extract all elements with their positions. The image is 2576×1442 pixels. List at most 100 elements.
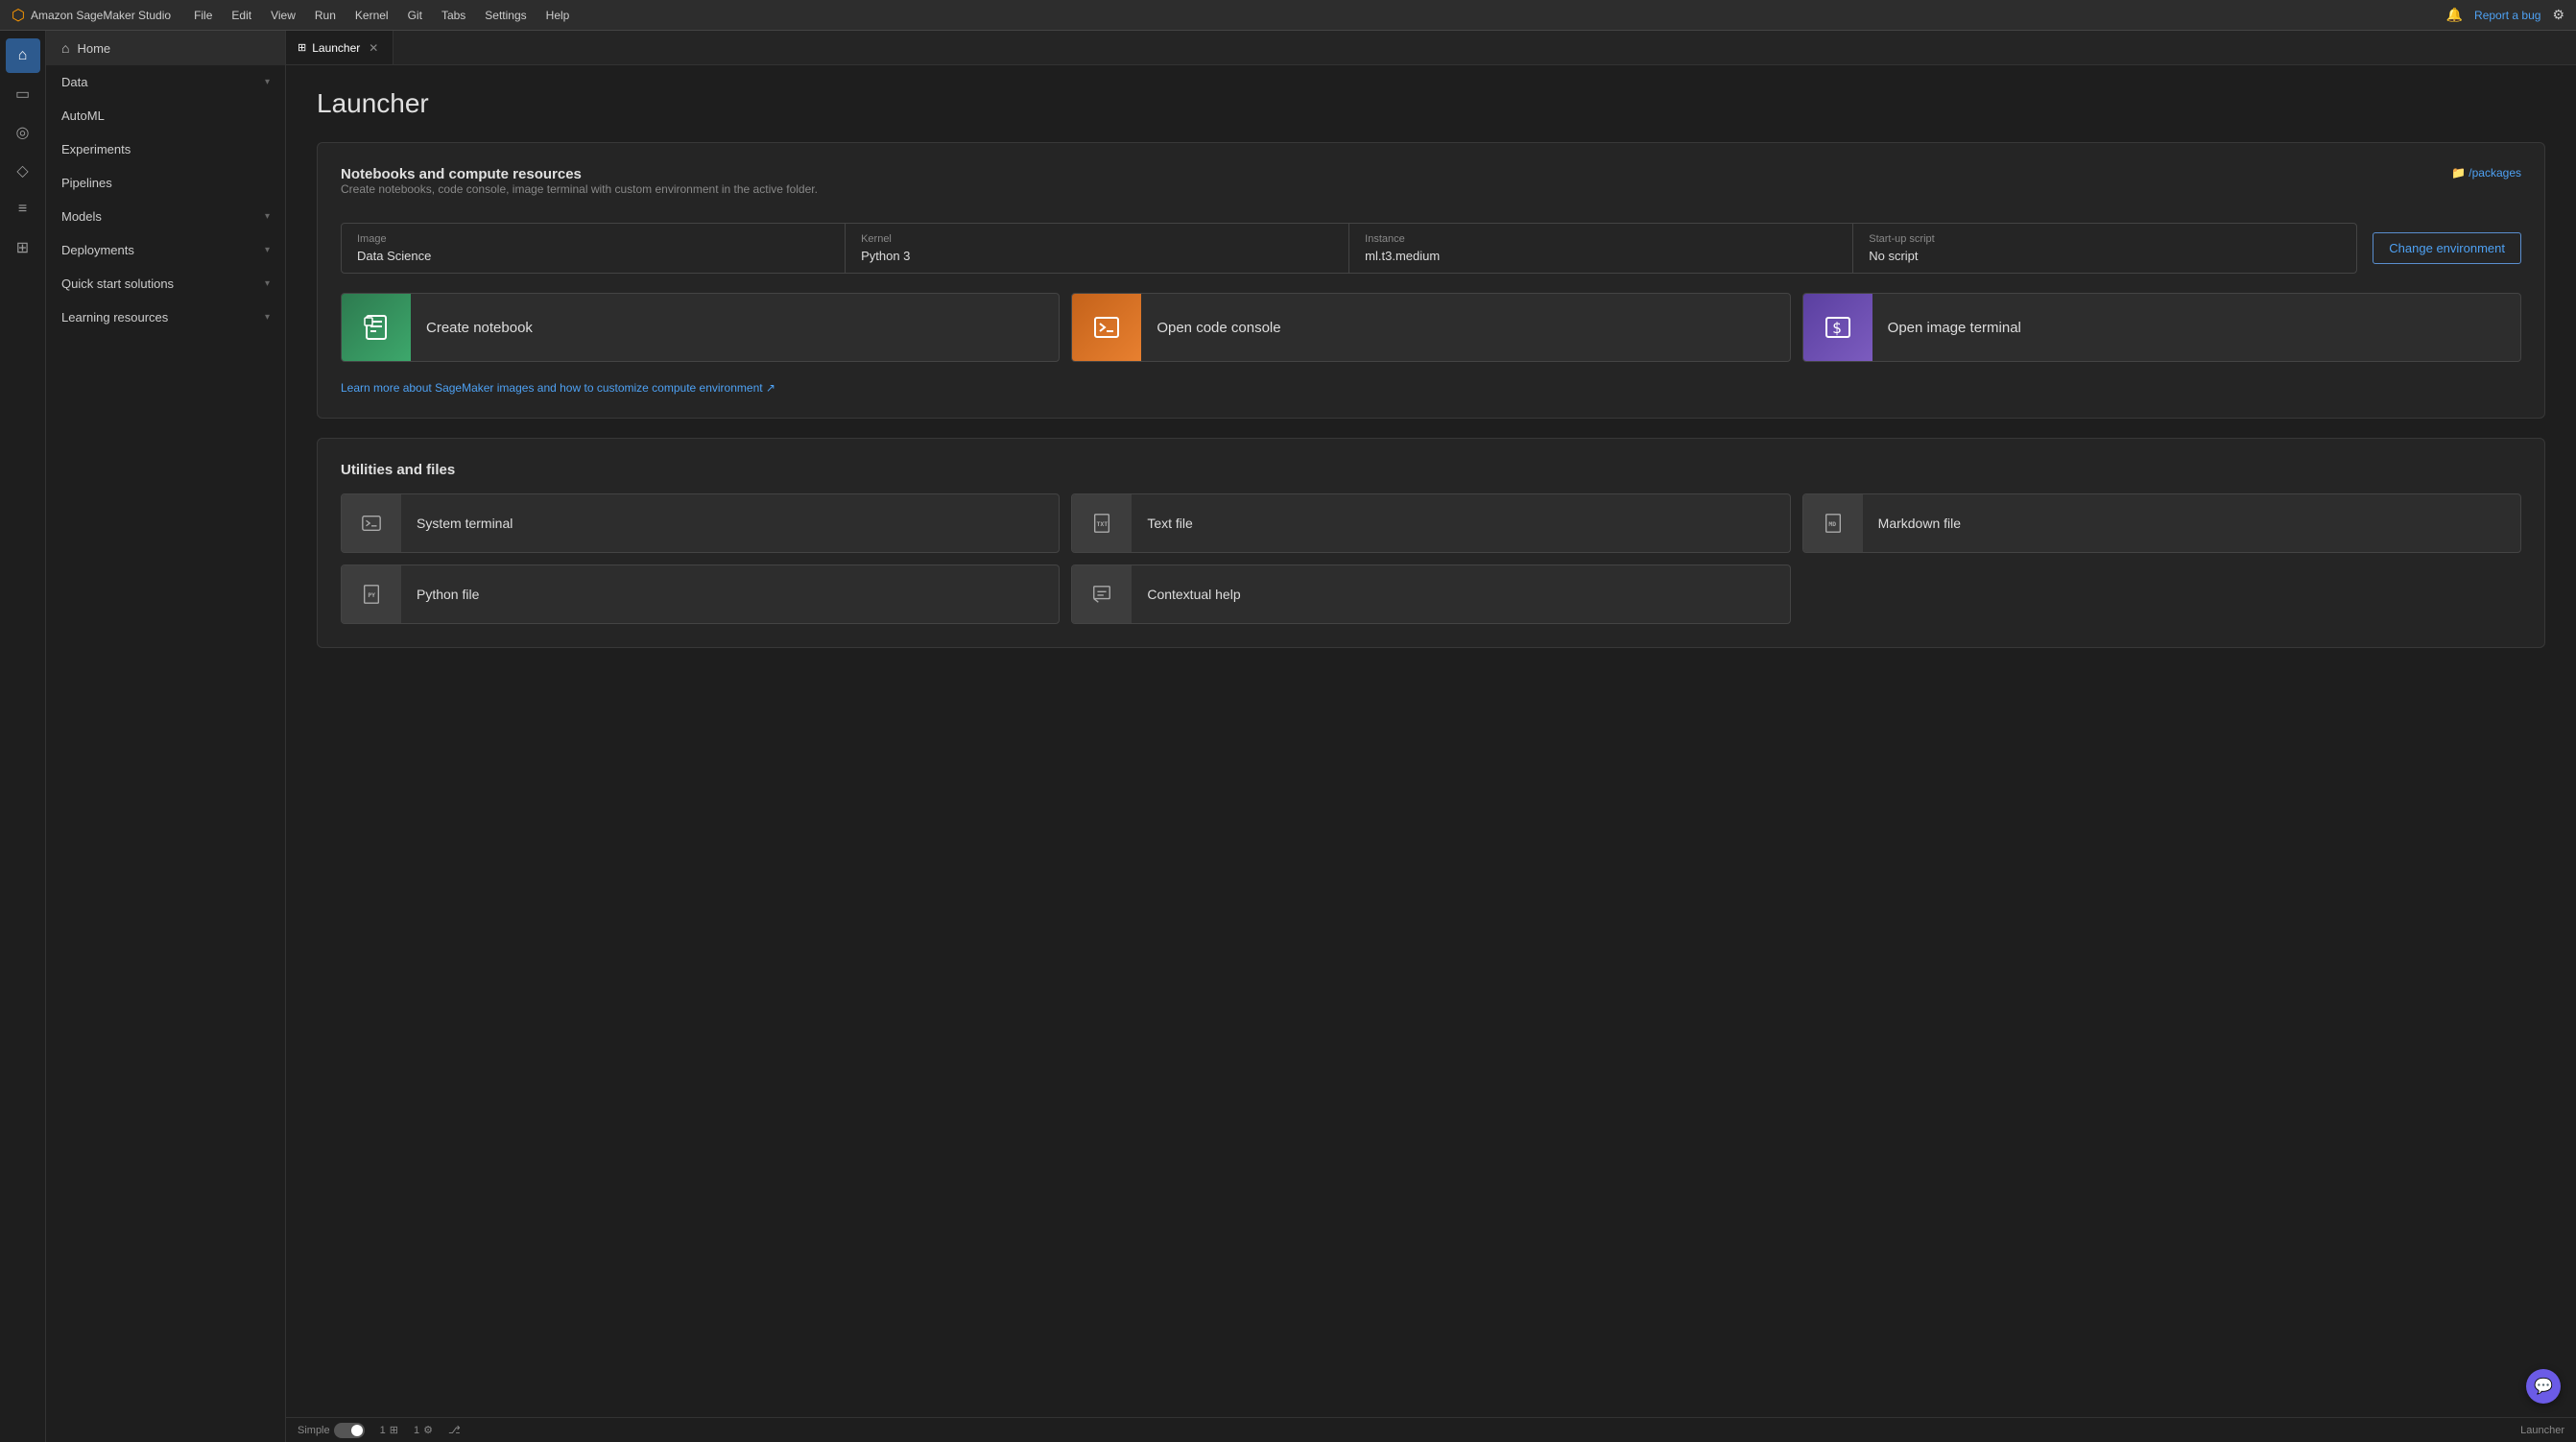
- sidebar-icon-files[interactable]: ▭: [6, 77, 40, 111]
- status-number2: 1: [414, 1425, 419, 1436]
- open-code-console-button[interactable]: Open code console: [1071, 293, 1790, 362]
- sidebar-icon-home[interactable]: ⌂: [6, 38, 40, 73]
- nav-sidebar: ⌂ Home Data ▾ AutoML Experiments Pipelin…: [46, 31, 286, 1442]
- env-instance: Instance ml.t3.medium: [1349, 224, 1853, 273]
- system-terminal-button[interactable]: System terminal: [341, 493, 1060, 553]
- app-logo: ⬡: [12, 6, 25, 25]
- menu-help[interactable]: Help: [538, 7, 578, 24]
- tab-bar: ⊞ Launcher ✕: [286, 31, 2576, 65]
- python-file-label: Python file: [417, 587, 479, 602]
- status-count2: 1 ⚙: [414, 1424, 433, 1436]
- sidebar-item-learning[interactable]: Learning resources ▾: [46, 300, 285, 334]
- env-instance-label: Instance: [1365, 233, 1837, 245]
- sidebar-item-deployments[interactable]: Deployments ▾: [46, 233, 285, 267]
- contextual-help-icon: [1072, 565, 1132, 624]
- sidebar-icon-grid[interactable]: ⊞: [6, 230, 40, 265]
- sidebar-item-label-data: Data: [61, 75, 87, 89]
- menu-edit[interactable]: Edit: [224, 7, 259, 24]
- change-environment-button[interactable]: Change environment: [2373, 232, 2521, 264]
- open-code-console-label: Open code console: [1157, 320, 1280, 336]
- env-image-label: Image: [357, 233, 829, 245]
- python-file-button[interactable]: PY Python file: [341, 565, 1060, 624]
- sidebar-item-label-deployments: Deployments: [61, 243, 134, 257]
- menu-tabs[interactable]: Tabs: [434, 7, 473, 24]
- env-startup: Start-up script No script: [1853, 224, 2356, 273]
- sidebar-item-pipelines[interactable]: Pipelines: [46, 166, 285, 200]
- launcher-tab-icon: ⊞: [298, 41, 306, 54]
- system-terminal-icon: [342, 493, 401, 553]
- svg-text:$: $: [1832, 319, 1842, 337]
- menu-git[interactable]: Git: [400, 7, 430, 24]
- sidebar-icon-deploy[interactable]: ◇: [6, 154, 40, 188]
- status-git: ⎇: [448, 1424, 461, 1436]
- report-bug-link[interactable]: Report a bug: [2474, 9, 2540, 22]
- status-mode-label: Simple: [298, 1425, 330, 1436]
- open-image-terminal-button[interactable]: $ Open image terminal: [1802, 293, 2521, 362]
- sidebar-item-experiments[interactable]: Experiments: [46, 132, 285, 166]
- env-kernel-value: Python 3: [861, 249, 1333, 263]
- status-number1: 1: [380, 1425, 386, 1436]
- text-file-icon: TXT: [1072, 493, 1132, 553]
- sidebar-item-label-pipelines: Pipelines: [61, 176, 112, 190]
- menu-file[interactable]: File: [186, 7, 220, 24]
- notebooks-section-header: Notebooks and compute resources Create n…: [341, 166, 2521, 215]
- markdown-file-icon: MD: [1803, 493, 1863, 553]
- app-name: Amazon SageMaker Studio: [31, 9, 171, 22]
- sidebar-item-label-quickstart: Quick start solutions: [61, 276, 174, 291]
- env-instance-value: ml.t3.medium: [1365, 249, 1837, 263]
- learn-more-link[interactable]: Learn more about SageMaker images and ho…: [341, 381, 2521, 395]
- packages-link[interactable]: 📁 /packages: [2451, 166, 2521, 180]
- sidebar-icon-list[interactable]: ≡: [6, 192, 40, 227]
- open-image-terminal-icon: $: [1803, 293, 1872, 362]
- launcher-main-content: Launcher Notebooks and compute resources…: [286, 65, 2576, 1417]
- chevron-down-icon-deployments: ▾: [265, 245, 270, 255]
- tab-launcher-label: Launcher: [312, 41, 360, 55]
- notification-icon[interactable]: 🔔: [2446, 7, 2463, 23]
- environment-row: Image Data Science Kernel Python 3 Insta…: [341, 223, 2521, 274]
- sidebar-item-data[interactable]: Data ▾: [46, 65, 285, 99]
- python-file-icon: PY: [342, 565, 401, 624]
- action-buttons-grid: Create notebook Open code console: [341, 293, 2521, 362]
- create-notebook-icon: [342, 293, 411, 362]
- menu-kernel[interactable]: Kernel: [347, 7, 396, 24]
- create-notebook-button[interactable]: Create notebook: [341, 293, 1060, 362]
- sidebar-item-quickstart[interactable]: Quick start solutions ▾: [46, 267, 285, 300]
- menu-run[interactable]: Run: [307, 7, 344, 24]
- settings-gear-icon[interactable]: ⚙: [2552, 7, 2564, 23]
- menu-view[interactable]: View: [263, 7, 303, 24]
- notebooks-section-card: Notebooks and compute resources Create n…: [317, 142, 2545, 419]
- utilities-section-card: Utilities and files System terminal: [317, 438, 2545, 648]
- markdown-file-button[interactable]: MD Markdown file: [1802, 493, 2521, 553]
- chevron-down-icon: ▾: [265, 77, 270, 87]
- open-image-terminal-label: Open image terminal: [1888, 320, 2021, 336]
- system-terminal-label: System terminal: [417, 516, 513, 531]
- svg-text:PY: PY: [368, 591, 375, 599]
- env-startup-label: Start-up script: [1869, 233, 2341, 245]
- sidebar-item-label-home: Home: [77, 41, 110, 56]
- notebooks-section-subtitle: Create notebooks, code console, image te…: [341, 182, 818, 196]
- simple-mode-toggle[interactable]: [334, 1423, 365, 1438]
- contextual-help-button[interactable]: Contextual help: [1071, 565, 1790, 624]
- tab-close-button[interactable]: ✕: [366, 40, 381, 56]
- chat-bubble-button[interactable]: 💬: [2526, 1369, 2561, 1404]
- text-file-button[interactable]: TXT Text file: [1071, 493, 1790, 553]
- env-image-value: Data Science: [357, 249, 829, 263]
- markdown-file-label: Markdown file: [1878, 516, 1961, 531]
- chevron-down-icon-quickstart: ▾: [265, 278, 270, 289]
- sidebar-item-label-learning: Learning resources: [61, 310, 168, 324]
- env-startup-value: No script: [1869, 249, 2341, 263]
- sidebar-item-home[interactable]: ⌂ Home: [46, 31, 285, 65]
- sidebar-item-models[interactable]: Models ▾: [46, 200, 285, 233]
- status-launcher-label: Launcher: [2520, 1425, 2564, 1436]
- text-file-label: Text file: [1147, 516, 1192, 531]
- notebooks-section-title: Notebooks and compute resources: [341, 166, 818, 182]
- status-gear-icon: ⚙: [423, 1424, 433, 1436]
- sidebar-item-automl[interactable]: AutoML: [46, 99, 285, 132]
- menu-items: File Edit View Run Kernel Git Tabs Setti…: [186, 7, 2446, 24]
- content-area: ⊞ Launcher ✕ Launcher Notebooks and comp…: [286, 31, 2576, 1442]
- sidebar-icon-circle[interactable]: ◎: [6, 115, 40, 150]
- menu-settings[interactable]: Settings: [477, 7, 534, 24]
- icon-sidebar: ⌂ ▭ ◎ ◇ ≡ ⊞: [0, 31, 46, 1442]
- home-nav-icon: ⌂: [61, 40, 69, 56]
- tab-launcher[interactable]: ⊞ Launcher ✕: [286, 31, 394, 64]
